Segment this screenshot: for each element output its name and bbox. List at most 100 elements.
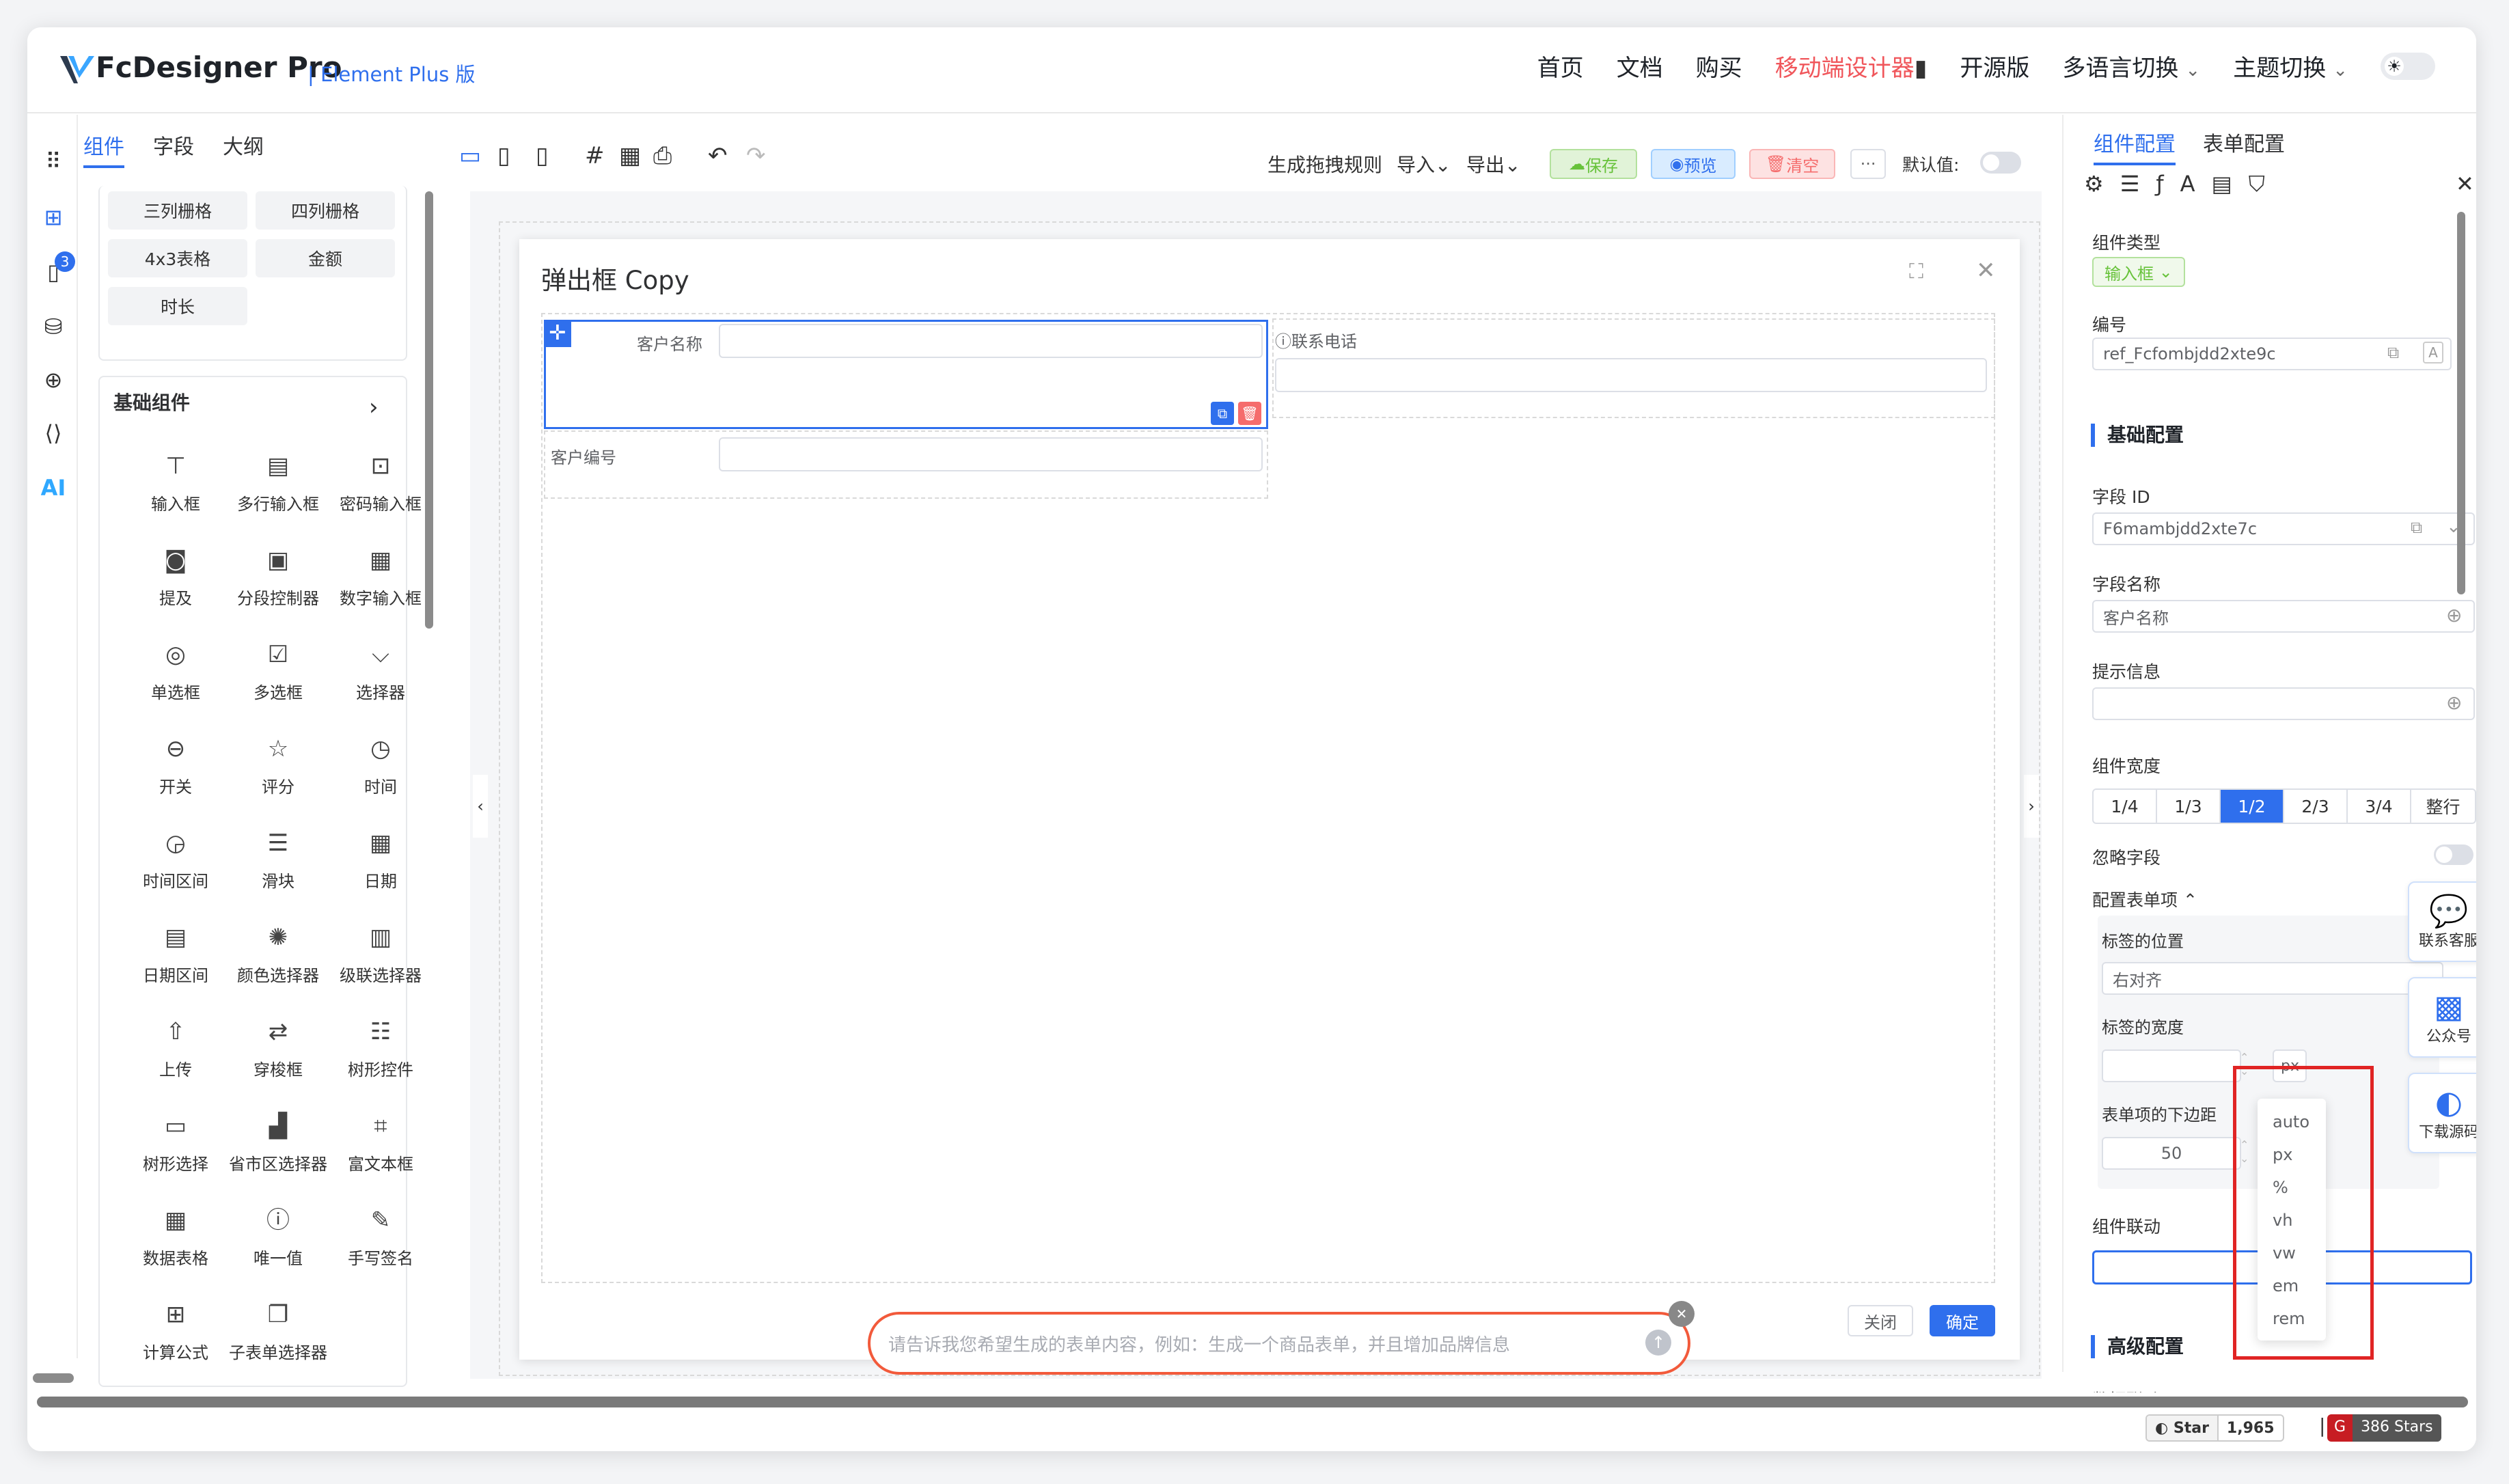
component-item[interactable]: ☑ 多选框 xyxy=(227,626,329,720)
copy-field-icon[interactable]: ⧉ xyxy=(2411,518,2422,537)
component-item[interactable]: ▦ 数字输入框 xyxy=(329,532,432,626)
chip-duration[interactable]: 时长 xyxy=(108,287,247,325)
panel-scrollbar[interactable] xyxy=(425,191,433,629)
ai-close-icon[interactable]: ✕ xyxy=(1669,1301,1695,1327)
id-toggle-icon[interactable]: A xyxy=(2423,342,2443,363)
dialog-close-icon[interactable]: ✕ xyxy=(1976,257,1996,284)
hint-globe-icon[interactable]: ⊕ xyxy=(2446,691,2462,714)
preview-button[interactable]: ◉ 预览 xyxy=(1651,149,1736,179)
component-item[interactable]: ▥ 级联选择器 xyxy=(329,909,432,1003)
nav-home[interactable]: 首页 xyxy=(1537,49,1584,83)
component-item[interactable]: ◎ 单选框 xyxy=(124,626,227,720)
ai-icon[interactable]: AI xyxy=(40,474,67,501)
config-scrollbar[interactable] xyxy=(2457,212,2465,594)
grid-dots-icon[interactable]: ▦ xyxy=(619,142,653,169)
event-icon[interactable]: ▤ xyxy=(2212,171,2232,197)
component-item[interactable]: ⊡ 密码输入框 xyxy=(329,437,432,532)
width-option-3-4[interactable]: 3/4 xyxy=(2348,790,2411,823)
panel-close-icon[interactable]: ✕ xyxy=(2456,171,2474,197)
script-icon[interactable]: ƒ xyxy=(2156,171,2163,197)
comp-type-select[interactable]: 输入框 ⌄ xyxy=(2092,257,2185,287)
nav-opensource[interactable]: 开源版 xyxy=(1960,49,2029,83)
contact-support-button[interactable]: 💬 联系客服 xyxy=(2408,881,2476,962)
field2-input[interactable] xyxy=(1275,358,1987,392)
code-icon[interactable]: ⟨⟩ xyxy=(40,420,67,447)
component-item[interactable]: ✎ 手写签名 xyxy=(329,1192,432,1286)
import-menu[interactable]: 导入⌄ xyxy=(1397,150,1451,178)
component-item[interactable]: ▟ 省市区选择器 xyxy=(227,1097,329,1192)
ignore-field-toggle[interactable] xyxy=(2434,844,2473,865)
grid-hash-icon[interactable]: # xyxy=(585,142,619,169)
width-option-1-2[interactable]: 1/2 xyxy=(2221,790,2284,823)
component-item[interactable]: ▤ 日期区间 xyxy=(124,909,227,1003)
form-item-config-label[interactable]: 配置表单项 ⌃ xyxy=(2092,887,2197,911)
clear-button[interactable]: 🗑 清空 xyxy=(1749,149,1835,179)
component-item[interactable]: ▦ 数据表格 xyxy=(124,1192,227,1286)
field1-input[interactable] xyxy=(719,324,1263,358)
component-item[interactable]: ⓘ 唯一值 xyxy=(227,1192,329,1286)
default-value-toggle[interactable] xyxy=(1980,152,2021,174)
tab-outline[interactable]: 大纲 xyxy=(223,130,264,168)
copy-icon[interactable]: ⧉ xyxy=(1211,402,1234,425)
nav-docs[interactable]: 文档 xyxy=(1617,49,1663,83)
print-icon[interactable]: ⎙ xyxy=(653,142,708,169)
field-name-globe-icon[interactable]: ⊕ xyxy=(2446,604,2462,627)
send-icon[interactable]: ↑ xyxy=(1645,1330,1671,1356)
mobile-icon[interactable]: ▯ xyxy=(536,142,585,169)
component-item[interactable]: ❐ 子表单选择器 xyxy=(227,1286,329,1380)
horizontal-scrollbar[interactable] xyxy=(37,1397,2468,1407)
save-button[interactable]: ☁ 保存 xyxy=(1550,149,1637,179)
component-item[interactable]: ⌗ 富文本框 xyxy=(329,1097,432,1192)
chevron-right-icon[interactable]: › xyxy=(369,394,379,421)
hint-input[interactable] xyxy=(2092,687,2475,720)
width-option-1-4[interactable]: 1/4 xyxy=(2094,790,2157,823)
github-star-widget[interactable]: ◐ Star 1,965 xyxy=(2145,1414,2284,1442)
delete-icon[interactable]: 🗑 xyxy=(1238,402,1261,425)
rail-scrollbar[interactable] xyxy=(33,1373,74,1383)
nav-theme[interactable]: 主题切换 xyxy=(2233,49,2348,83)
tab-component-config[interactable]: 组件配置 xyxy=(2094,127,2176,165)
globe-icon[interactable]: ⊕ xyxy=(40,366,67,394)
width-option-1-3[interactable]: 1/3 xyxy=(2157,790,2221,823)
redo-icon[interactable]: ↷ xyxy=(746,142,784,169)
component-item[interactable]: ⇄ 穿梭框 xyxy=(227,1003,329,1097)
style-icon[interactable]: A xyxy=(2180,171,2195,197)
desktop-icon[interactable]: ▭ xyxy=(459,142,497,169)
nav-language[interactable]: 多语言切换 xyxy=(2062,49,2200,83)
dialog-close-button[interactable]: 关闭 xyxy=(1848,1305,1913,1336)
undo-icon[interactable]: ↶ xyxy=(708,142,746,169)
tablet-icon[interactable]: ▯ xyxy=(497,142,536,169)
chip-four-col[interactable]: 四列栅格 xyxy=(256,191,395,230)
component-item[interactable]: ⇧ 上传 xyxy=(124,1003,227,1097)
component-item[interactable]: ☷ 树形控件 xyxy=(329,1003,432,1097)
width-option-full[interactable]: 整行 xyxy=(2411,790,2475,823)
component-item[interactable]: ☰ 滑块 xyxy=(227,814,329,909)
margin-input[interactable]: 50 xyxy=(2102,1137,2241,1170)
components-icon[interactable]: ⊞ xyxy=(40,204,67,231)
settings-icon[interactable]: ☰ xyxy=(2120,171,2140,197)
export-menu[interactable]: 导出⌄ xyxy=(1466,150,1520,178)
tab-form-config[interactable]: 表单配置 xyxy=(2203,127,2285,165)
book-icon[interactable]: ▯ 3 xyxy=(40,251,75,286)
component-item[interactable]: ◷ 时间 xyxy=(329,720,432,814)
download-source-button[interactable]: ◐ 下载源码 xyxy=(2408,1073,2476,1153)
component-item[interactable]: ◙ 提及 xyxy=(124,532,227,626)
tab-components[interactable]: 组件 xyxy=(83,130,124,168)
nav-mobile[interactable]: 移动端设计器▮ xyxy=(1775,49,1928,83)
chip-table[interactable]: 4x3表格 xyxy=(108,239,247,277)
copy-id-icon[interactable]: ⧉ xyxy=(2387,343,2399,362)
component-item[interactable]: ⊤ 输入框 xyxy=(124,437,227,532)
dialog-ok-button[interactable]: 确定 xyxy=(1930,1305,1995,1336)
nav-buy[interactable]: 购买 xyxy=(1696,49,1742,83)
label-position-select[interactable]: 右对齐 xyxy=(2102,962,2443,995)
database-icon[interactable]: ⛁ xyxy=(40,313,67,340)
props-icon[interactable]: ⚙ xyxy=(2084,171,2104,197)
field-name-input[interactable]: 客户名称 xyxy=(2092,600,2475,633)
label-width-input[interactable] xyxy=(2102,1049,2241,1082)
component-item[interactable]: ✺ 颜色选择器 xyxy=(227,909,329,1003)
component-item[interactable]: ⌵ 选择器 xyxy=(329,626,432,720)
fullscreen-icon[interactable]: ⛶ xyxy=(1909,260,1923,284)
tab-fields[interactable]: 字段 xyxy=(153,130,194,168)
field3-input[interactable] xyxy=(719,437,1263,471)
official-account-button[interactable]: ▩ 公众号 xyxy=(2408,977,2476,1058)
